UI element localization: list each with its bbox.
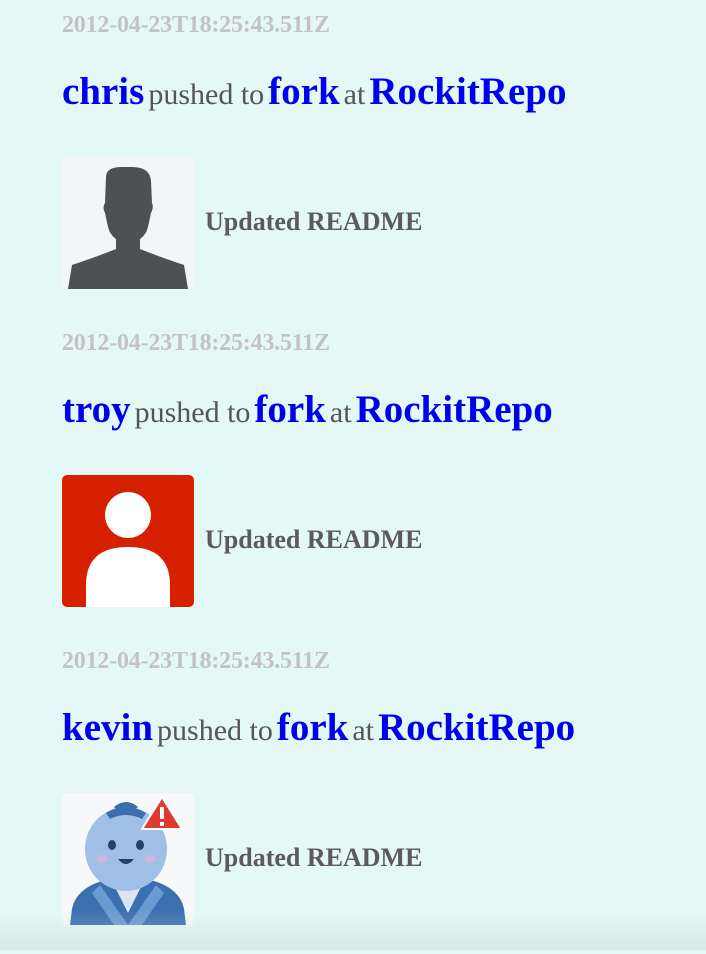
commit-message: Updated README — [205, 525, 423, 554]
user-link[interactable]: kevin — [62, 706, 153, 749]
silhouette-avatar-icon[interactable] — [62, 157, 194, 289]
commit-message: Updated README — [205, 843, 423, 872]
event-timestamp: 2012-04-23T18:25:43.511Z — [62, 12, 330, 38]
event-timestamp: 2012-04-23T18:25:43.511Z — [62, 648, 330, 674]
user-link[interactable]: chris — [62, 70, 144, 113]
event-headline: troy pushed to fork at RockitRepo — [62, 390, 553, 429]
repo-link[interactable]: RockitRepo — [369, 70, 566, 113]
feed-event: 2012-04-23T18:25:43.511Z troy pushed to … — [62, 318, 702, 636]
repo-link[interactable]: RockitRepo — [378, 706, 575, 749]
event-headline: kevin pushed to fork at RockitRepo — [62, 708, 575, 747]
feed-event: 2012-04-23T18:25:43.511Z kevin pushed to… — [62, 636, 702, 954]
preposition-text: at — [329, 396, 352, 429]
activity-feed: 2012-04-23T18:25:43.511Z chris pushed to… — [62, 0, 702, 954]
repo-link[interactable]: RockitRepo — [356, 388, 553, 431]
branch-link[interactable]: fork — [254, 388, 326, 431]
action-text: pushed to — [134, 396, 251, 429]
default-user-avatar-icon[interactable] — [62, 475, 194, 607]
action-text: pushed to — [148, 78, 265, 111]
branch-link[interactable]: fork — [268, 70, 340, 113]
action-text: pushed to — [157, 714, 273, 747]
preposition-text: at — [352, 714, 375, 747]
feed-event: 2012-04-23T18:25:43.511Z chris pushed to… — [62, 0, 702, 318]
event-timestamp: 2012-04-23T18:25:43.511Z — [62, 330, 330, 356]
cartoon-avatar-with-warning-icon[interactable] — [62, 793, 194, 925]
commit-message: Updated README — [205, 207, 423, 236]
preposition-text: at — [343, 78, 366, 111]
user-link[interactable]: troy — [62, 388, 131, 431]
branch-link[interactable]: fork — [277, 706, 349, 749]
event-headline: chris pushed to fork at RockitRepo — [62, 72, 566, 111]
